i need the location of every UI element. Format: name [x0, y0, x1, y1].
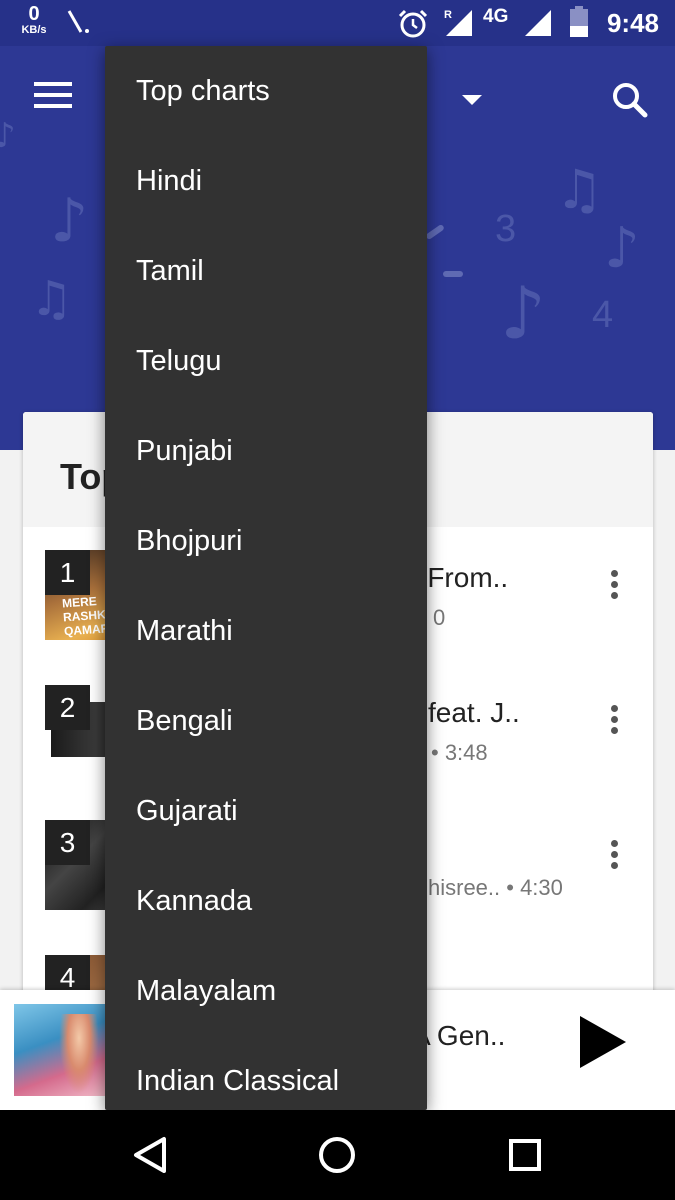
status-bar: 0 KB/s R 4G 9:48 — [0, 0, 675, 46]
menu-item-kannada[interactable]: Kannada — [105, 856, 427, 946]
song-subtitle: • 3:48 — [431, 740, 488, 765]
music-note-decoration: ♪ — [604, 216, 640, 281]
song-title: (From.. — [418, 562, 509, 593]
unknown-notification-icon — [67, 10, 89, 33]
network-speed-value: 0 — [28, 3, 40, 25]
music-note-decoration: ♫ — [30, 271, 74, 327]
back-icon[interactable] — [128, 1133, 172, 1177]
clock: 9:48 — [606, 8, 659, 38]
now-playing-art-figure — [59, 1014, 99, 1094]
music-note-decoration: ♫ — [555, 158, 604, 221]
music-note-decoration: ♪ — [500, 271, 546, 355]
menu-item-indian-classical[interactable]: Indian Classical — [105, 1036, 427, 1126]
alarm-icon — [398, 9, 428, 38]
menu-item-top-charts[interactable]: Top charts — [105, 46, 427, 136]
dash-decoration — [443, 271, 463, 277]
more-options-icon[interactable] — [609, 570, 619, 604]
menu-item-malayalam[interactable]: Malayalam — [105, 946, 427, 1036]
menu-item-hindi[interactable]: Hindi — [105, 136, 427, 226]
home-icon[interactable] — [315, 1133, 359, 1177]
menu-item-telugu[interactable]: Telugu — [105, 316, 427, 406]
more-options-icon[interactable] — [609, 840, 619, 874]
network-type: 4G — [483, 6, 509, 27]
song-subtitle: 0 — [433, 605, 446, 630]
menu-item-gujarati[interactable]: Gujarati — [105, 766, 427, 856]
digit-decoration: 4 — [592, 294, 614, 336]
recents-icon[interactable] — [503, 1133, 547, 1177]
digit-decoration: 3 — [495, 208, 517, 250]
menu-item-bhojpuri[interactable]: Bhojpuri — [105, 496, 427, 586]
menu-item-bengali[interactable]: Bengali — [105, 676, 427, 766]
language-dropdown-menu: Top charts Hindi Tamil Telugu Punjabi Bh… — [105, 46, 427, 1110]
search-icon[interactable] — [610, 80, 650, 120]
battery-icon — [570, 6, 588, 37]
network-speed-unit: KB/s — [21, 24, 47, 36]
dropdown-arrow-icon[interactable] — [462, 95, 482, 105]
signal-strength-icon — [525, 10, 551, 36]
signal-icon — [446, 10, 472, 36]
song-subtitle: hisree.. • 4:30 — [428, 875, 563, 900]
menu-item-tamil[interactable]: Tamil — [105, 226, 427, 316]
rank-badge: 1 — [45, 550, 90, 595]
menu-item-marathi[interactable]: Marathi — [105, 586, 427, 676]
rank-badge: 3 — [45, 820, 90, 865]
music-note-decoration: ♪ — [50, 186, 89, 256]
dash-decoration — [425, 223, 445, 241]
play-icon[interactable] — [578, 1014, 628, 1070]
music-note-decoration: ♪ — [0, 116, 16, 156]
menu-icon[interactable] — [34, 82, 72, 112]
network-speed: 0 KB/s — [14, 4, 54, 36]
song-title: feat. J.. — [428, 697, 520, 728]
menu-item-punjabi[interactable]: Punjabi — [105, 406, 427, 496]
now-playing-art — [14, 1004, 106, 1096]
more-options-icon[interactable] — [609, 705, 619, 739]
rank-badge: 2 — [45, 685, 90, 730]
